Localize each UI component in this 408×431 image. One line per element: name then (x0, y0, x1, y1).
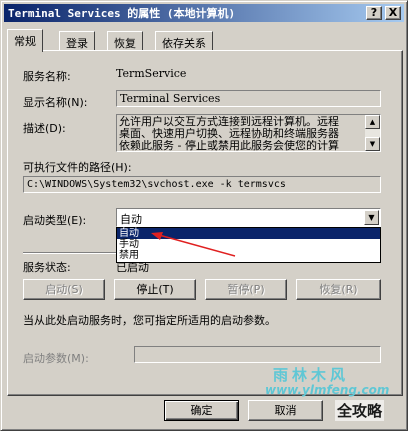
stop-button[interactable]: 停止(T) (114, 279, 196, 300)
tab-dependencies[interactable]: 依存关系 (155, 31, 213, 51)
start-params-hint: 当从此处启动服务时，您可指定所适用的启动参数。 (23, 314, 276, 327)
description-scrollbar[interactable]: ▲ ▼ (365, 115, 380, 151)
start-button[interactable]: 启动(S) (23, 279, 105, 300)
cancel-button[interactable]: 取消 (248, 400, 323, 421)
tab-general[interactable]: 常规 (7, 29, 43, 52)
description-label: 描述(D): (23, 122, 66, 135)
description-line: 桌面、快速用户切换、远程协助和终端服务器 (119, 128, 339, 140)
display-name-label: 显示名称(N): (23, 96, 88, 109)
tab-recovery[interactable]: 恢复 (107, 31, 143, 51)
start-params-input[interactable] (134, 346, 381, 363)
ok-button[interactable]: 确定 (164, 400, 239, 421)
description-box[interactable]: 允许用户以交互方式连接到远程计算机。远程 桌面、快速用户切换、远程协助和终端服务… (116, 114, 381, 152)
path-label: 可执行文件的路径(H): (23, 161, 132, 174)
executable-path-field[interactable]: C:\WINDOWS\System32\svchost.exe -k terms… (23, 176, 381, 193)
pause-button[interactable]: 暂停(P) (205, 279, 287, 300)
resume-button[interactable]: 恢复(R) (296, 279, 381, 300)
watermark-slogan: 全攻略 (335, 400, 385, 421)
close-button[interactable]: X (385, 6, 401, 20)
scroll-down-icon[interactable]: ▼ (365, 137, 380, 151)
startup-type-label: 启动类型(E): (23, 214, 87, 227)
service-properties-dialog: Terminal Services 的属性 (本地计算机) ? X 常规 登录 … (0, 0, 408, 431)
annotation-arrow-icon (151, 232, 236, 257)
service-name-value: TermService (116, 67, 187, 80)
help-button[interactable]: ? (366, 6, 382, 20)
window-title: Terminal Services 的属性 (本地计算机) (8, 7, 236, 20)
start-params-label: 启动参数(M): (23, 352, 89, 365)
description-line: 依赖此服务 - 停止或禁用此服务会使您的计算 (119, 140, 339, 152)
chevron-down-icon[interactable]: ▼ (364, 210, 379, 225)
tab-logon[interactable]: 登录 (59, 31, 95, 51)
display-name-field[interactable]: Terminal Services (116, 90, 381, 107)
description-text: 允许用户以交互方式连接到远程计算机。远程 桌面、快速用户切换、远程协助和终端服务… (119, 116, 364, 152)
scroll-up-icon[interactable]: ▲ (365, 115, 380, 129)
title-bar[interactable]: Terminal Services 的属性 (本地计算机) ? X (4, 4, 404, 22)
startup-type-selected: 自动 (120, 213, 142, 226)
service-status-label: 服务状态: (23, 261, 71, 274)
description-line: 允许用户以交互方式连接到远程计算机。远程 (119, 116, 339, 128)
service-name-label: 服务名称: (23, 70, 71, 83)
startup-type-select[interactable]: 自动 ▼ (116, 208, 381, 227)
